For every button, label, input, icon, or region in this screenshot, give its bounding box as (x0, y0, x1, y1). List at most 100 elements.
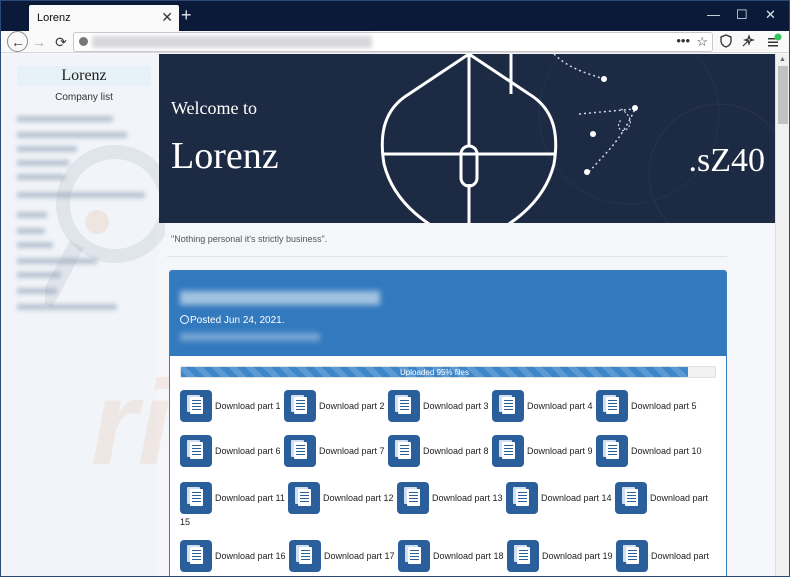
shield-icon[interactable] (719, 34, 733, 48)
company-list-heading: Company list (55, 92, 113, 103)
download-part-link[interactable]: Download part 19 (507, 539, 613, 573)
download-part-label[interactable]: Download part 1 (215, 401, 281, 411)
document-icon[interactable] (596, 435, 628, 467)
download-part-label[interactable]: Download part 8 (423, 446, 489, 456)
download-part-link[interactable]: Download part 18 (398, 539, 504, 573)
download-part-label[interactable]: Download part 16 (215, 551, 286, 561)
download-part-link[interactable]: Download part 6 (180, 434, 281, 468)
download-part-label[interactable]: Download part 17 (324, 551, 395, 561)
tab-bar: Lorenz ✕ + — ☐ ✕ (1, 1, 789, 31)
download-part-link[interactable]: Download part 13 (397, 481, 503, 515)
download-part-label[interactable]: Download part 7 (319, 446, 385, 456)
document-icon[interactable] (492, 435, 524, 467)
document-icon[interactable] (397, 482, 429, 514)
download-part-label[interactable]: Download part 4 (527, 401, 593, 411)
document-icon[interactable] (180, 435, 212, 467)
bookmark-star-icon[interactable]: ☆ (696, 34, 708, 50)
document-icon[interactable] (289, 540, 321, 572)
sidebar: Lorenz Company list (5, 54, 165, 576)
download-part-label[interactable]: Download part 13 (432, 493, 503, 503)
post-subtitle-redacted (180, 333, 320, 341)
page-viewport: Lorenz Company list Welcome to Lorenz .s… (1, 54, 775, 576)
download-part-link[interactable]: Download part 7 (284, 434, 385, 468)
download-part-label[interactable]: Download part 19 (542, 551, 613, 561)
post-date: Posted Jun 24, 2021. (180, 315, 285, 326)
download-part-link[interactable]: Download part 14 (506, 481, 612, 515)
maximize-icon[interactable]: ☐ (736, 8, 748, 22)
post-date-text: Posted Jun 24, 2021. (190, 315, 285, 326)
motto-quote: "Nothing personal it's strictly business… (171, 234, 328, 244)
reload-icon[interactable]: ⟳ (51, 33, 71, 51)
document-icon[interactable] (284, 435, 316, 467)
scroll-thumb[interactable] (778, 66, 788, 124)
document-icon[interactable] (388, 390, 420, 422)
download-part-link[interactable]: Download part 3 (388, 389, 489, 423)
document-icon[interactable] (398, 540, 430, 572)
download-part-link[interactable]: Download part (616, 539, 709, 573)
upload-progress-bar: Uploaded 95% files (180, 366, 716, 378)
download-part-label[interactable]: Download part 5 (631, 401, 697, 411)
extension-icon[interactable] (741, 34, 755, 48)
download-part-label[interactable]: Download part 10 (631, 446, 702, 456)
download-part-link[interactable]: Download part 17 (289, 539, 395, 573)
download-part-link[interactable]: Download part 12 (288, 481, 394, 515)
document-icon[interactable] (615, 482, 647, 514)
download-part-label[interactable]: Download part 6 (215, 446, 281, 456)
back-arrow-icon: ← (11, 34, 25, 50)
download-part-link[interactable]: Download part 9 (492, 434, 593, 468)
download-part-label[interactable]: Download part 18 (433, 551, 504, 561)
navigation-bar: ← → ⟳ ••• ☆ (1, 31, 789, 53)
download-part-link[interactable]: Download part 16 (180, 539, 286, 573)
sidebar-brand[interactable]: Lorenz (17, 66, 151, 86)
download-part-label[interactable]: Download part 3 (423, 401, 489, 411)
document-icon[interactable] (506, 482, 538, 514)
download-part-link[interactable]: Download part 8 (388, 434, 489, 468)
document-icon[interactable] (284, 390, 316, 422)
download-part-link[interactable]: Download part (615, 481, 708, 515)
download-part-label[interactable]: Download part 12 (323, 493, 394, 503)
document-icon[interactable] (180, 540, 212, 572)
document-icon[interactable] (288, 482, 320, 514)
url-bar[interactable]: ••• ☆ (73, 32, 713, 52)
post-card: Posted Jun 24, 2021. Uploaded 95% files … (169, 270, 727, 576)
scroll-up-icon[interactable]: ▲ (779, 56, 786, 63)
download-part-label[interactable]: Download part 2 (319, 401, 385, 411)
download-part-link[interactable]: Download part 1 (180, 389, 281, 423)
tab-close-icon[interactable]: ✕ (161, 9, 173, 25)
sidebar-item-redacted[interactable] (17, 228, 45, 234)
tab-lorenz[interactable]: Lorenz ✕ (29, 5, 179, 31)
document-icon[interactable] (180, 390, 212, 422)
download-part-wrap-number[interactable]: 15 (180, 517, 190, 527)
document-icon[interactable] (388, 435, 420, 467)
download-part-label[interactable]: Download part (650, 493, 708, 503)
sidebar-item-redacted[interactable] (17, 212, 47, 218)
vertical-scrollbar[interactable]: ▲ (775, 54, 789, 576)
download-part-link[interactable]: Download part 5 (596, 389, 697, 423)
hero-banner: Welcome to Lorenz .sZ40 (159, 54, 775, 223)
back-button[interactable]: ← (7, 31, 28, 52)
minimize-icon[interactable]: — (707, 8, 720, 22)
banner-welcome-text: Welcome to (171, 98, 258, 118)
document-icon[interactable] (180, 482, 212, 514)
download-part-link[interactable]: Download part 11 (180, 481, 285, 515)
tab-title: Lorenz (37, 12, 71, 24)
download-part-label[interactable]: Download part (651, 551, 709, 561)
download-part-label[interactable]: Download part 9 (527, 446, 593, 456)
document-icon[interactable] (596, 390, 628, 422)
download-part-link[interactable]: Download part 4 (492, 389, 593, 423)
page-actions-icon[interactable]: ••• (676, 33, 690, 48)
download-part-link[interactable]: Download part 2 (284, 389, 385, 423)
close-window-icon[interactable]: ✕ (765, 8, 776, 22)
document-icon[interactable] (507, 540, 539, 572)
document-icon[interactable] (492, 390, 524, 422)
post-title-redacted[interactable] (180, 291, 380, 305)
clock-icon (180, 315, 189, 324)
forward-icon[interactable]: → (29, 33, 49, 51)
download-part-label[interactable]: Download part 14 (541, 493, 612, 503)
new-tab-icon[interactable]: + (181, 6, 192, 24)
download-part-link[interactable]: Download part 10 (596, 434, 702, 468)
document-icon[interactable] (616, 540, 648, 572)
site-info-icon[interactable] (79, 37, 88, 46)
download-part-label[interactable]: Download part 11 (215, 493, 285, 503)
menu-hamburger-icon[interactable] (766, 33, 782, 49)
